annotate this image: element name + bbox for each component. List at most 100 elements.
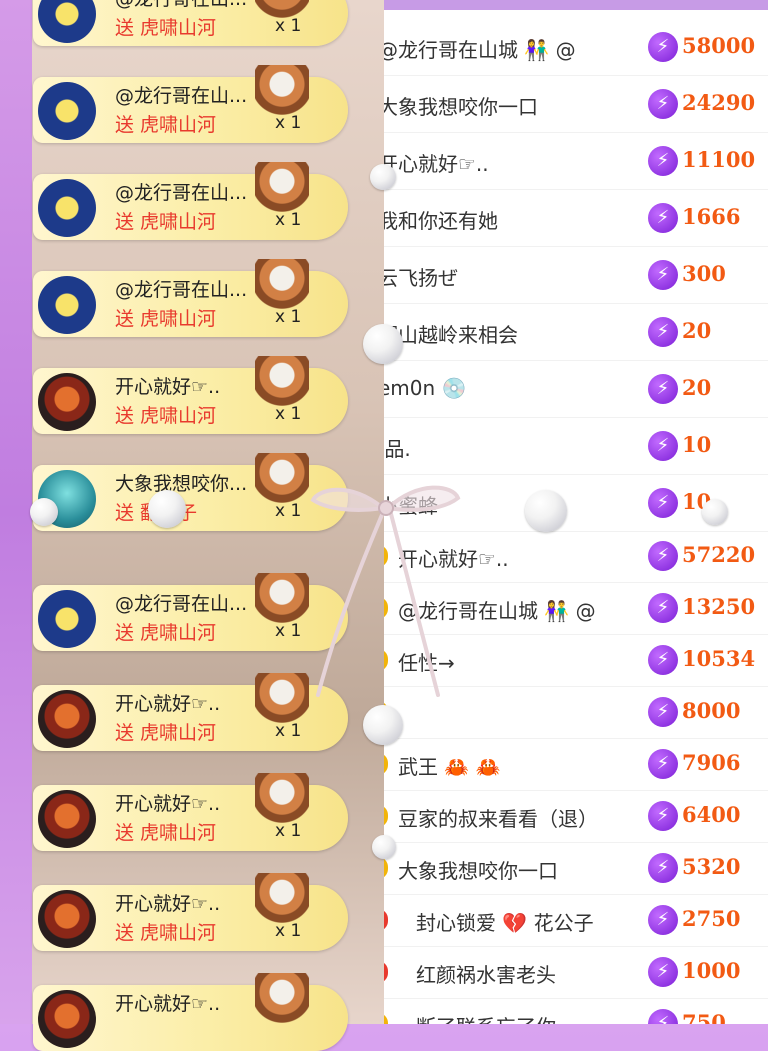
ribbon-bow-icon bbox=[310, 485, 461, 697]
user-avatar[interactable] bbox=[38, 276, 96, 334]
pearl-decoration bbox=[702, 499, 728, 525]
gift-notification[interactable]: @龙行哥在山... 送 虎啸山河 x 1 bbox=[33, 162, 348, 240]
pearl-decoration bbox=[372, 835, 396, 859]
pearl-decoration bbox=[363, 705, 403, 745]
lightning-badge-icon: ⚡ bbox=[648, 259, 678, 290]
user-avatar[interactable] bbox=[38, 590, 96, 648]
lightning-badge-icon: ⚡ bbox=[648, 31, 678, 62]
gift-count: x 1 bbox=[275, 821, 302, 841]
gift-notification[interactable]: @龙行哥在山... 送 虎啸山河 x 1 bbox=[33, 0, 348, 46]
leaderboard-score: 24290 bbox=[682, 89, 756, 115]
leaderboard-score: 750 bbox=[682, 1010, 726, 1024]
user-avatar[interactable] bbox=[38, 890, 96, 948]
gift-name: 送 虎啸山河 bbox=[115, 17, 217, 39]
leaderboard-row[interactable]: .品. ⚡ 10 bbox=[378, 417, 768, 475]
leaderboard-username: 我和你还有她 bbox=[378, 208, 498, 233]
gift-sender-name: @龙行哥在山... bbox=[115, 85, 248, 107]
leaderboard-row[interactable]: 云飞扬ぜ ⚡ 300 bbox=[378, 246, 768, 304]
leaderboard-username: 大象我想咬你一口 bbox=[398, 859, 558, 883]
leaderboard-score: 300 bbox=[682, 260, 726, 286]
left-purple-strip bbox=[0, 0, 32, 1024]
gift-name: 送 虎啸山河 bbox=[115, 822, 217, 844]
gift-sender-name: 开心就好☞.. bbox=[115, 693, 221, 715]
leaderboard-score: 2750 bbox=[682, 906, 741, 931]
lightning-badge-icon: ⚡ bbox=[648, 487, 678, 518]
leaderboard-score: 5320 bbox=[682, 854, 741, 879]
gift-sender-name: @龙行哥在山... bbox=[115, 279, 248, 301]
tiger-gift-icon bbox=[255, 973, 309, 1037]
leaderboard-username: 大象我想咬你一口 bbox=[378, 94, 538, 119]
leaderboard-score: 20 bbox=[682, 374, 712, 400]
gift-sender-name: @龙行哥在山... bbox=[115, 182, 248, 204]
leaderboard-row[interactable]: 断了联系忘了你 ⚡ 750 bbox=[378, 998, 768, 1024]
leaderboard-score: 10 bbox=[682, 431, 712, 457]
leaderboard-topbar bbox=[378, 0, 768, 10]
leaderboard-score: 1000 bbox=[682, 958, 741, 983]
leaderboard-row[interactable]: 大象我想咬你一口 ⚡ 24290 bbox=[378, 75, 768, 133]
lightning-badge-icon: ⚡ bbox=[648, 202, 678, 233]
user-avatar[interactable] bbox=[38, 179, 96, 237]
lightning-badge-icon: ⚡ bbox=[648, 905, 678, 935]
lightning-badge-icon: ⚡ bbox=[648, 957, 678, 987]
leaderboard-score: 57220 bbox=[682, 542, 756, 567]
leaderboard-score: 58000 bbox=[682, 32, 756, 58]
user-avatar[interactable] bbox=[38, 82, 96, 140]
user-avatar[interactable] bbox=[38, 0, 96, 43]
gift-notification[interactable]: 开心就好☞.. bbox=[33, 973, 348, 1051]
leaderboard-score: 13250 bbox=[682, 594, 756, 619]
user-avatar[interactable] bbox=[38, 690, 96, 748]
leaderboard-row[interactable]: 红颜祸水害老头 ⚡ 1000 bbox=[378, 946, 768, 999]
user-avatar[interactable] bbox=[38, 373, 96, 431]
leaderboard-score: 6400 bbox=[682, 802, 741, 827]
gift-notification[interactable]: @龙行哥在山... 送 虎啸山河 x 1 bbox=[33, 65, 348, 143]
lightning-badge-icon: ⚡ bbox=[648, 801, 678, 831]
lightning-badge-icon: ⚡ bbox=[648, 88, 678, 119]
gift-count: x 1 bbox=[275, 113, 302, 133]
gift-count: x 1 bbox=[275, 501, 302, 521]
gift-sender-name: 开心就好☞.. bbox=[115, 993, 221, 1015]
leaderboard-row[interactable]: 大象我想咬你一口 ⚡ 5320 bbox=[378, 842, 768, 895]
gift-name: 送 虎啸山河 bbox=[115, 114, 217, 136]
leaderboard-score: 1666 bbox=[682, 203, 741, 229]
lightning-badge-icon: ⚡ bbox=[648, 541, 678, 571]
gift-notification[interactable]: 开心就好☞.. 送 虎啸山河 x 1 bbox=[33, 673, 348, 751]
gift-count: x 1 bbox=[275, 621, 302, 641]
pearl-decoration bbox=[30, 498, 58, 526]
gift-name: 送 虎啸山河 bbox=[115, 211, 217, 233]
gift-notification[interactable]: 大象我想咬你...送 翻牌子x 1 bbox=[33, 453, 348, 531]
gift-name: 送 虎啸山河 bbox=[115, 308, 217, 330]
lightning-badge-icon: ⚡ bbox=[648, 697, 678, 727]
leaderboard-username: 豆家的叔来看看（退） bbox=[398, 807, 598, 831]
leaderboard-row[interactable]: 我和你还有她 ⚡ 1666 bbox=[378, 189, 768, 247]
gift-count: x 1 bbox=[275, 921, 302, 941]
user-avatar[interactable] bbox=[38, 790, 96, 848]
leaderboard-row[interactable]: em0n 💿 ⚡ 20 bbox=[378, 360, 768, 418]
pearl-decoration bbox=[525, 490, 567, 532]
pearl-decoration bbox=[148, 490, 186, 528]
pearl-decoration bbox=[370, 164, 396, 190]
lightning-badge-icon: ⚡ bbox=[648, 593, 678, 623]
gift-sender-name: @龙行哥在山... bbox=[115, 593, 248, 615]
gift-name: 送 虎啸山河 bbox=[115, 722, 217, 744]
leaderboard-row[interactable]: 翻山越岭来相会 ⚡ 20 bbox=[378, 303, 768, 361]
pearl-decoration bbox=[363, 324, 403, 364]
gift-count: x 1 bbox=[275, 210, 302, 230]
gift-notification[interactable]: @龙行哥在山... 送 虎啸山河 x 1 bbox=[33, 573, 348, 651]
gift-notification[interactable]: @龙行哥在山... 送 虎啸山河 x 1 bbox=[33, 259, 348, 337]
leaderboard-username: 云飞扬ぜ bbox=[378, 265, 458, 290]
leaderboard-score: 7906 bbox=[682, 750, 741, 775]
gift-notification[interactable]: 开心就好☞.. 送 虎啸山河 x 1 bbox=[33, 873, 348, 951]
leaderboard-row[interactable]: 豆家的叔来看看（退） ⚡ 6400 bbox=[378, 790, 768, 843]
leaderboard-row[interactable]: 开心就好☞.. ⚡ 11100 bbox=[378, 132, 768, 190]
gift-name: 送 虎啸山河 bbox=[115, 922, 217, 944]
gift-notification[interactable]: 开心就好☞.. 送 虎啸山河 x 1 bbox=[33, 356, 348, 434]
leaderboard-username: 红颜祸水害老头 bbox=[416, 963, 556, 987]
leaderboard-username: 断了联系忘了你 bbox=[416, 1011, 556, 1024]
leaderboard-score: 10534 bbox=[682, 646, 756, 671]
leaderboard-username: em0n 💿 bbox=[378, 375, 467, 400]
gift-notification[interactable]: 开心就好☞.. 送 虎啸山河 x 1 bbox=[33, 773, 348, 851]
leaderboard-row[interactable]: @龙行哥在山城 👫 @ ⚡ 58000 bbox=[378, 18, 768, 76]
leaderboard-row[interactable]: 武王 🦀 🦀 ⚡ 7906 bbox=[378, 738, 768, 791]
leaderboard-row[interactable]: 封心锁爱 💔 花公子 ⚡ 2750 bbox=[378, 894, 768, 947]
user-avatar[interactable] bbox=[38, 990, 96, 1048]
